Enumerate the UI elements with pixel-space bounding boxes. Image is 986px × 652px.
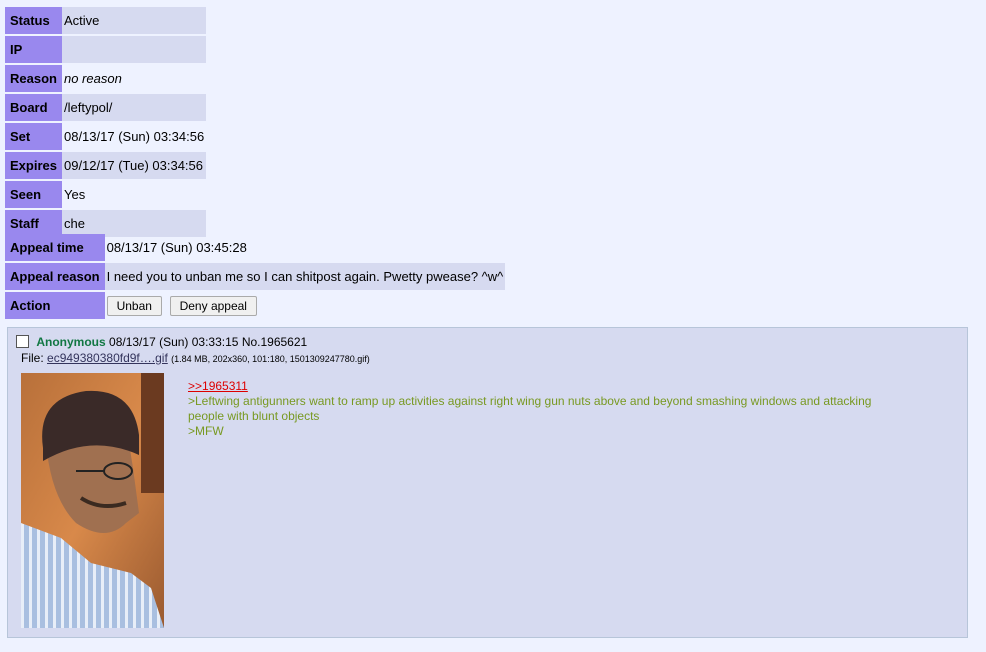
post-date: 08/13/17 (Sun) 03:33:15 bbox=[109, 335, 239, 349]
action-label: Action bbox=[5, 292, 105, 319]
post-number[interactable]: No.1965621 bbox=[242, 335, 307, 349]
ip-value bbox=[61, 36, 207, 63]
appeal-time-value: 08/13/17 (Sun) 03:45:28 bbox=[106, 240, 247, 255]
file-info: File: ec949380380fd9f….gif (1.84 MB, 202… bbox=[21, 351, 370, 365]
ban-row-ip: IP bbox=[5, 36, 207, 63]
status-label: Status bbox=[5, 7, 62, 34]
appeal-reason-row: Appeal reason I need you to unban me so … bbox=[5, 263, 506, 290]
appeal-reason-value: I need you to unban me so I can shitpost… bbox=[104, 263, 506, 290]
unban-button[interactable]: Unban bbox=[106, 295, 162, 316]
seen-label: Seen bbox=[5, 181, 62, 208]
appeal-action-row: Action Unban Deny appeal bbox=[5, 292, 505, 319]
greentext-line-2: >MFW bbox=[188, 424, 224, 438]
ban-row-expires: Expires 09/12/17 (Tue) 03:34:56 bbox=[5, 152, 207, 179]
file-meta: (1.84 MB, 202x360, 101:180, 150130924778… bbox=[171, 354, 370, 364]
appeal-time-label: Appeal time bbox=[5, 234, 105, 261]
action-buttons: Unban Deny appeal bbox=[105, 292, 506, 319]
reason-value: no reason bbox=[63, 71, 122, 86]
post-thumbnail-image[interactable] bbox=[21, 373, 164, 628]
expires-value: 09/12/17 (Tue) 03:34:56 bbox=[61, 152, 207, 179]
post-body: >>1965311 >Leftwing antigunners want to … bbox=[188, 379, 888, 439]
deny-appeal-button[interactable]: Deny appeal bbox=[169, 295, 257, 316]
file-label: File: bbox=[21, 351, 44, 365]
ban-row-seen: Seen Yes bbox=[5, 181, 206, 208]
ban-row-status: Status Active bbox=[5, 7, 207, 34]
reported-post: Anonymous 08/13/17 (Sun) 03:33:15 No.196… bbox=[7, 327, 968, 638]
appeal-reason-label: Appeal reason bbox=[5, 263, 105, 290]
post-intro: Anonymous 08/13/17 (Sun) 03:33:15 No.196… bbox=[16, 335, 307, 349]
ban-details-table: Status Active IP Reason no reason Board … bbox=[5, 5, 207, 239]
file-link[interactable]: ec949380380fd9f….gif bbox=[47, 351, 168, 365]
board-label: Board bbox=[5, 94, 62, 121]
appeal-time-row: Appeal time 08/13/17 (Sun) 03:45:28 bbox=[5, 234, 505, 261]
ban-row-set: Set 08/13/17 (Sun) 03:34:56 bbox=[5, 123, 206, 150]
ban-row-board: Board /leftypol/ bbox=[5, 94, 207, 121]
ban-row-reason: Reason no reason bbox=[5, 65, 206, 92]
ip-label: IP bbox=[5, 36, 62, 63]
expires-label: Expires bbox=[5, 152, 62, 179]
set-value: 08/13/17 (Sun) 03:34:56 bbox=[63, 129, 205, 144]
greentext-line-1: >Leftwing antigunners want to ramp up ac… bbox=[188, 394, 872, 423]
seen-value: Yes bbox=[63, 187, 86, 202]
post-select-checkbox[interactable] bbox=[16, 335, 29, 348]
set-label: Set bbox=[5, 123, 62, 150]
reply-link[interactable]: >>1965311 bbox=[188, 379, 888, 394]
reason-label: Reason bbox=[5, 65, 62, 92]
appeal-table: Appeal time 08/13/17 (Sun) 03:45:28 Appe… bbox=[5, 232, 506, 321]
poster-name: Anonymous bbox=[36, 335, 106, 349]
status-value: Active bbox=[61, 7, 207, 34]
board-value: /leftypol/ bbox=[61, 94, 207, 121]
